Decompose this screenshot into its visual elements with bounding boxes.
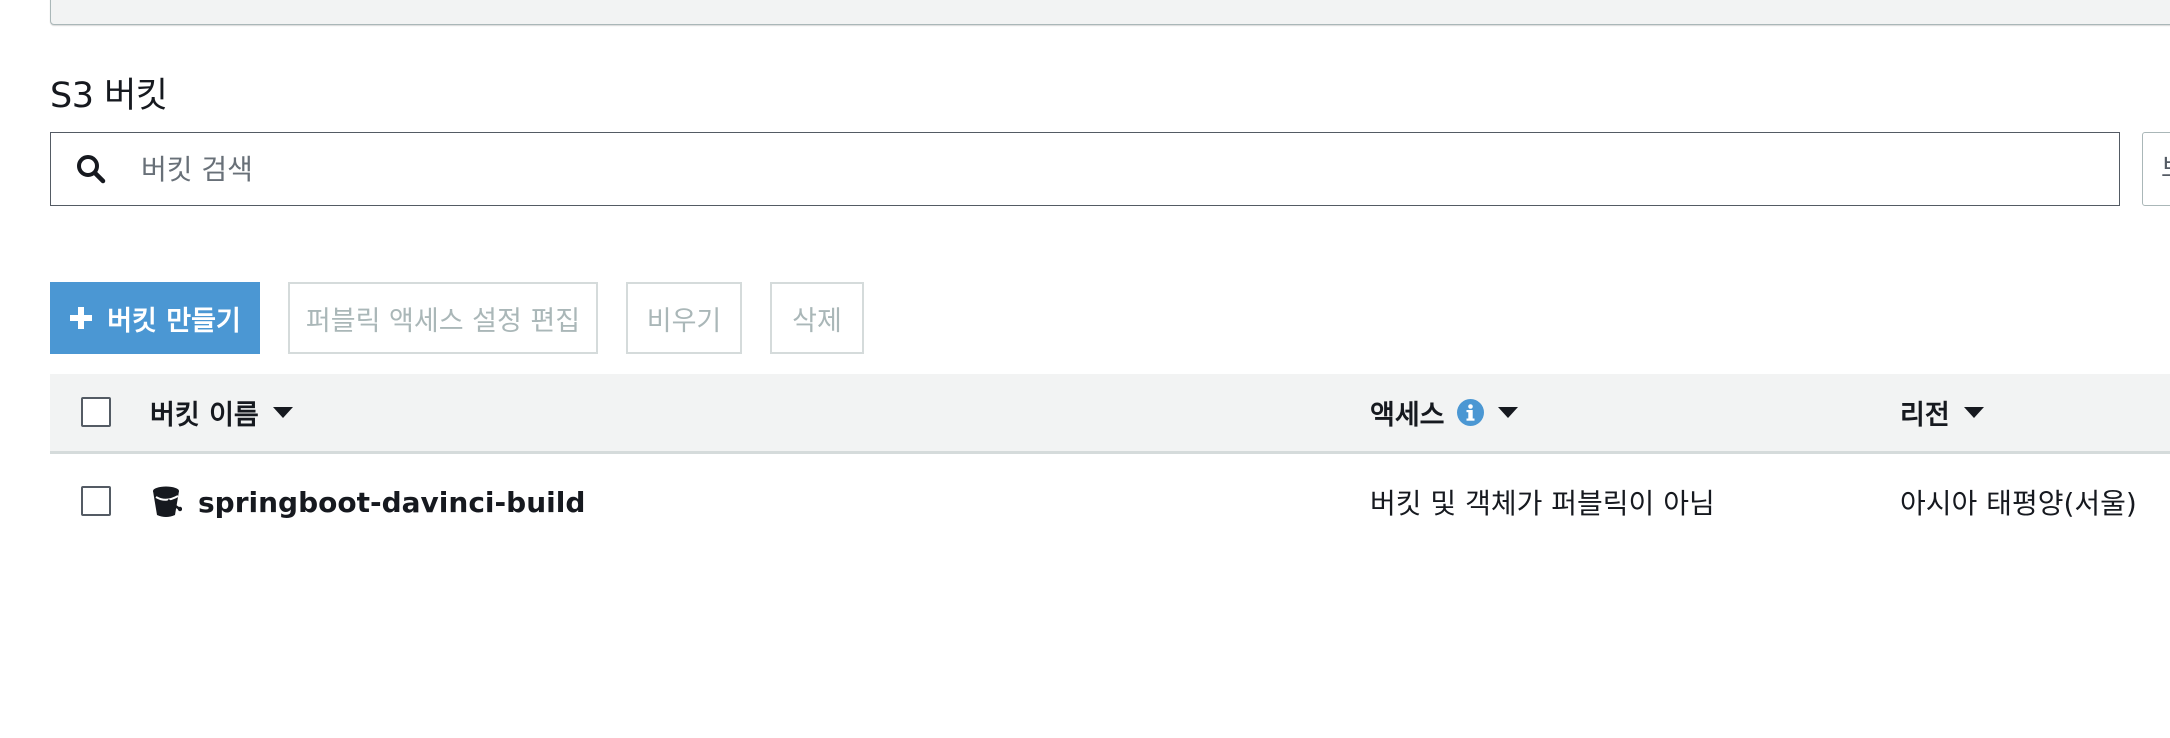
edit-public-access-button[interactable]: 퍼블릭 액세스 설정 편집 — [288, 282, 598, 354]
column-header-access[interactable]: 액세스 — [1370, 374, 1518, 451]
top-panel — [50, 0, 2170, 25]
search-options-label: 보 — [2161, 154, 2170, 184]
delete-bucket-button[interactable]: 삭제 — [770, 282, 864, 354]
bucket-name-cell[interactable]: springboot-davinci-build — [150, 456, 585, 548]
region-cell: 아시아 태평양(서울) — [1900, 456, 2137, 548]
access-cell: 버킷 및 객체가 퍼블릭이 아님 — [1370, 456, 1715, 548]
column-header-label: 리전 — [1900, 400, 1950, 431]
caret-down-icon — [1963, 407, 1984, 418]
caret-down-icon — [1497, 407, 1518, 418]
column-header-label: 버킷 이름 — [150, 400, 259, 431]
bucket-name-link[interactable]: springboot-davinci-build — [198, 486, 585, 519]
search-options-dropdown[interactable]: 보 — [2142, 132, 2170, 206]
column-header-bucket-name[interactable]: 버킷 이름 — [150, 374, 293, 451]
select-all-checkbox[interactable] — [81, 397, 111, 427]
empty-bucket-button[interactable]: 비우기 — [626, 282, 742, 354]
row-checkbox[interactable] — [81, 486, 111, 516]
access-value: 버킷 및 객체가 퍼블릭이 아님 — [1370, 487, 1715, 520]
table-header: 버킷 이름 액세스 리전 — [50, 374, 2170, 454]
bucket-icon — [150, 485, 182, 519]
column-header-region[interactable]: 리전 — [1900, 374, 1984, 451]
page-title: S3 버킷 — [50, 76, 168, 116]
region-value: 아시아 태평양(서울) — [1900, 487, 2137, 520]
search-icon — [73, 151, 109, 187]
search-input[interactable] — [139, 151, 2043, 187]
info-icon[interactable] — [1456, 399, 1484, 426]
create-bucket-label: 버킷 만들기 — [107, 305, 241, 337]
table-row[interactable]: springboot-davinci-build 버킷 및 객체가 퍼블릭이 아… — [50, 456, 2170, 548]
create-bucket-button[interactable]: 버킷 만들기 — [50, 282, 260, 354]
caret-down-icon — [272, 407, 293, 418]
empty-bucket-label: 비우기 — [646, 305, 722, 337]
edit-public-access-label: 퍼블릭 액세스 설정 편집 — [305, 305, 581, 337]
search-box[interactable] — [50, 132, 2120, 206]
plus-icon — [69, 306, 93, 330]
column-header-label: 액세스 — [1370, 400, 1445, 431]
delete-bucket-label: 삭제 — [792, 305, 842, 337]
